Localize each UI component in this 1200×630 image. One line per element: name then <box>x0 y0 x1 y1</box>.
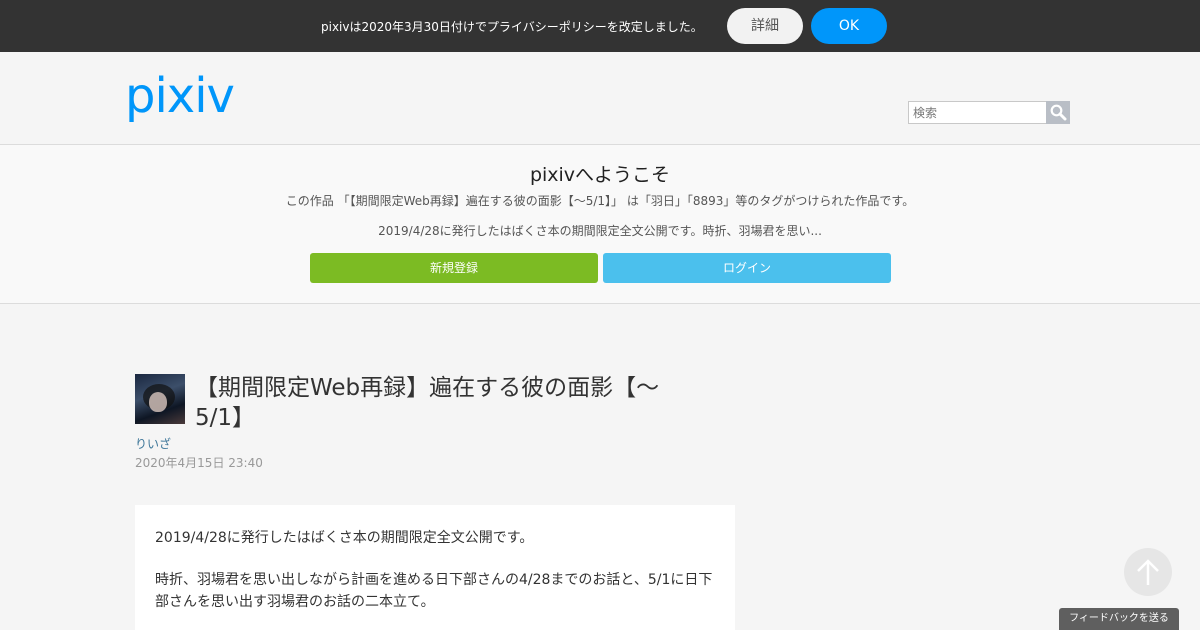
welcome-panel: pixivへようこそ この作品 「【期間限定Web再録】遍在する彼の面影【～5/… <box>0 144 1200 304</box>
notice-details-button[interactable]: 詳細 <box>727 8 803 44</box>
login-button[interactable]: ログイン <box>603 253 891 283</box>
caption-box: 2019/4/28に発行したはばくさ本の期間限定全文公開です。 時折、羽場君を思… <box>135 505 735 630</box>
scroll-to-top-button[interactable] <box>1124 548 1172 596</box>
search-icon <box>1050 104 1067 121</box>
feedback-button[interactable]: フィードバックを送る <box>1059 608 1179 630</box>
notice-ok-button[interactable]: OK <box>811 8 887 44</box>
caption-paragraph: 2019/4/28に発行したはばくさ本の期間限定全文公開です。 <box>155 530 534 546</box>
search-button[interactable] <box>1046 101 1070 124</box>
work-title: 【期間限定Web再録】遍在する彼の面影【～5/1】 <box>195 375 660 431</box>
signup-button[interactable]: 新規登録 <box>310 253 598 283</box>
caption-paragraph: 時折、羽場君を思い出しながら計画を進める日下部さんの4/28までのお話と、5/1… <box>155 572 713 610</box>
search-input[interactable] <box>908 101 1047 124</box>
welcome-caption-excerpt: 2019/4/28に発行したはばくさ本の期間限定全文公開です。時折、羽場君を思い… <box>378 224 822 238</box>
pixiv-logo[interactable]: pixiv <box>125 72 251 126</box>
post-date: 2020年4月15日 23:40 <box>135 456 263 470</box>
author-avatar[interactable] <box>135 374 185 424</box>
author-name-link[interactable]: りいざ <box>135 435 171 452</box>
welcome-title: pixivへようこそ <box>529 164 671 186</box>
pixiv-logo-text: pixiv <box>125 72 234 124</box>
welcome-description: この作品 「【期間限定Web再録】遍在する彼の面影【～5/1】」 は「羽日」「8… <box>285 194 915 208</box>
arrow-up-icon <box>1137 559 1159 585</box>
privacy-notice-text: pixivは2020年3月30日付けでプライバシーポリシーを改定しました。 <box>321 20 703 34</box>
privacy-notice-bar: pixivは2020年3月30日付けでプライバシーポリシーを改定しました。 詳細… <box>0 0 1200 52</box>
